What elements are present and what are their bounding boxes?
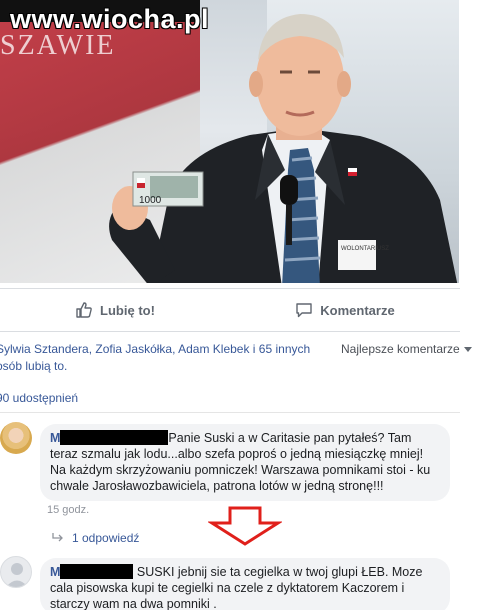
view-replies-link[interactable]: 1 odpowiedź — [52, 531, 139, 545]
default-user-icon — [6, 563, 28, 587]
comment-timestamp[interactable]: 15 godz. — [47, 504, 89, 516]
avatar[interactable] — [0, 556, 32, 588]
replies-count: 1 odpowiedź — [72, 531, 140, 545]
comment-sort-dropdown[interactable]: Najlepsze komentarze — [341, 342, 472, 356]
banknote-value: 1000 — [139, 195, 162, 206]
comment-author[interactable]: M — [50, 431, 60, 445]
reply-arrow-icon — [52, 531, 64, 545]
badge-text: WOLONTARIUSZ — [341, 246, 389, 252]
comment-button[interactable]: Komentarze — [230, 289, 460, 331]
photo-bottom-edge — [0, 283, 460, 287]
comment-author[interactable]: M — [50, 565, 60, 579]
chevron-down-icon — [463, 346, 472, 352]
sort-label: Najlepsze komentarze — [341, 342, 460, 356]
photo-edge — [459, 0, 477, 287]
man-illustration: WOLONTARIUSZ 1000 — [109, 14, 458, 287]
likes-summary[interactable]: Sylwia Sztandera, Zofia Jaskółka, Adam K… — [0, 341, 330, 375]
redaction-bar — [60, 430, 169, 445]
likes-names: Sylwia Sztandera, Zofia Jaskółka, Adam K… — [0, 342, 311, 356]
annotation-arrow-icon — [208, 506, 282, 546]
post-photo[interactable]: SZAWIE WOLONTARIUSZ 1000 www.wiocha.pl — [0, 0, 477, 287]
like-button[interactable]: Lubię to! — [0, 289, 230, 331]
comment-bubble-icon — [295, 301, 313, 319]
redaction-bar — [60, 564, 134, 579]
comment-bubble: M SUSKI jebnij sie ta cegielka w twoj gl… — [40, 558, 450, 610]
likes-suffix: osób lubią to. — [0, 359, 68, 373]
divider — [0, 412, 460, 413]
like-label: Lubię to! — [100, 302, 155, 318]
avatar[interactable] — [0, 422, 32, 454]
site-watermark: www.wiocha.pl — [10, 4, 210, 34]
comment-label: Komentarze — [320, 302, 395, 318]
post-action-bar: Lubię to! Komentarze — [0, 288, 460, 332]
thumbs-up-icon — [75, 301, 93, 319]
shares-count[interactable]: 90 udostępnień — [0, 391, 78, 405]
comment-bubble: M Panie Suski a w Caritasie pan pytałeś? … — [40, 424, 450, 501]
